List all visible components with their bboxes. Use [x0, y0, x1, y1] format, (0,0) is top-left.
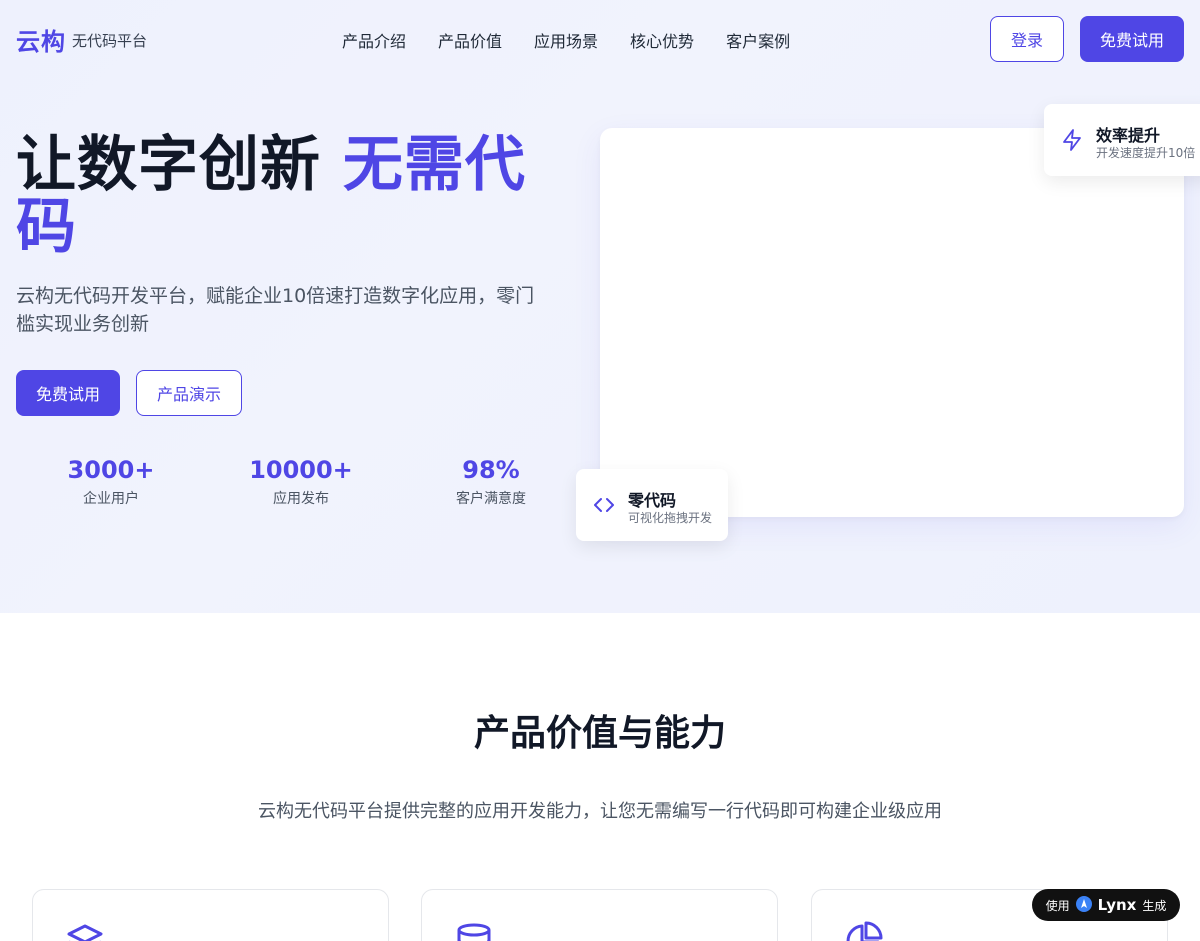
stat-item: 98% 客户满意度: [396, 456, 586, 508]
float-card-title: 零代码: [628, 491, 677, 510]
badge-brand: Lynx: [1097, 896, 1137, 914]
main-nav: 产品介绍 产品价值 应用场景 核心优势 客户案例: [342, 28, 790, 52]
hero-description: 云构无代码开发平台，赋能企业10倍速打造数字化应用，零门槛实现业务创新: [16, 285, 535, 335]
efficiency-float-card: 效率提升 开发速度提升10倍: [1044, 104, 1200, 176]
hero-stats: 3000+ 企业用户 10000+ 应用发布 98% 客户满意度: [16, 456, 586, 508]
nav-item-use-cases[interactable]: 应用场景: [534, 28, 598, 52]
nocode-float-card: 零代码 可视化拖拽开发: [576, 469, 728, 541]
float-card-subtitle: 可视化拖拽开发: [628, 511, 713, 525]
generated-by-badge[interactable]: 使用 Lynx 生成: [1032, 889, 1180, 921]
section-title: 产品价值与能力: [473, 713, 726, 754]
lightning-icon: [1060, 128, 1084, 152]
nav-item-customer-cases[interactable]: 客户案例: [726, 28, 790, 52]
hero-title-main: 让数字创新: [16, 130, 343, 200]
pie-chart-icon: [844, 920, 884, 941]
brand-subtitle: 无代码平台: [72, 32, 148, 50]
product-demo-button[interactable]: 产品演示: [136, 370, 242, 416]
stat-label: 企业用户: [83, 491, 139, 507]
stat-label: 客户满意度: [456, 491, 526, 507]
code-icon: [592, 493, 616, 517]
stat-item: 3000+ 企业用户: [16, 456, 206, 508]
layers-icon: [65, 920, 105, 941]
badge-suffix: 生成: [1142, 898, 1167, 913]
free-trial-header-button[interactable]: 免费试用: [1080, 16, 1184, 62]
nav-item-advantages[interactable]: 核心优势: [630, 28, 694, 52]
free-trial-button[interactable]: 免费试用: [16, 370, 120, 416]
stat-value: 10000+: [249, 456, 353, 484]
badge-prefix: 使用: [1045, 898, 1070, 913]
login-button[interactable]: 登录: [990, 16, 1064, 62]
top-navbar: 云构 无代码平台 产品介绍 产品价值 应用场景 核心优势 客户案例 登录 免费试…: [0, 0, 1200, 78]
nav-item-product-intro[interactable]: 产品介绍: [342, 28, 406, 52]
feature-card[interactable]: [32, 889, 389, 941]
stat-value: 3000+: [67, 456, 155, 484]
feature-card[interactable]: [421, 889, 778, 941]
hero-preview-card: [600, 128, 1184, 517]
database-icon: [454, 920, 494, 941]
brand-logo[interactable]: 云构: [16, 22, 66, 57]
float-card-subtitle: 开发速度提升10倍: [1096, 146, 1196, 160]
float-card-title: 效率提升: [1096, 126, 1161, 145]
hero-title: 让数字创新 无需代码: [16, 134, 556, 258]
lynx-logo-icon: [1075, 895, 1092, 915]
section-description: 云构无代码平台提供完整的应用开发能力，让您无需编写一行代码即可构建企业级应用: [258, 801, 942, 822]
stat-label: 应用发布: [273, 491, 329, 507]
nav-item-product-value[interactable]: 产品价值: [438, 28, 502, 52]
stat-item: 10000+ 应用发布: [206, 456, 396, 508]
stat-value: 98%: [462, 456, 520, 484]
